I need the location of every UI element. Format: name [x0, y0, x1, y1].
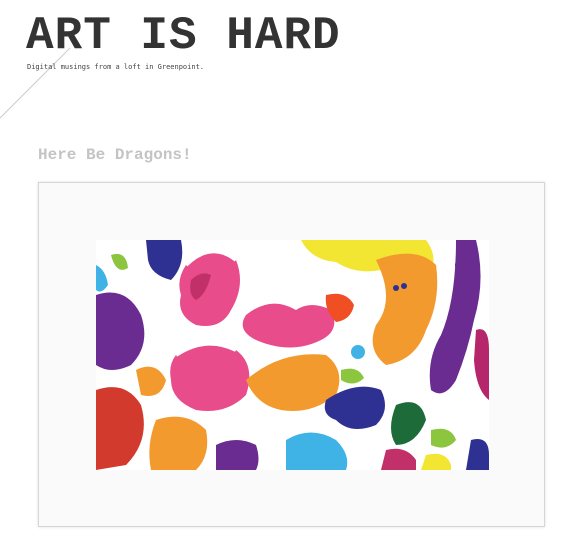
post-artwork-image[interactable]: [96, 240, 489, 470]
site-title-link[interactable]: ART IS HARD: [26, 10, 341, 62]
site-header: ART IS HARD Digital musings from a loft …: [26, 10, 341, 72]
abstract-splash-artwork: [96, 240, 489, 470]
post-image-frame: [38, 182, 545, 527]
post-title[interactable]: Here Be Dragons!: [38, 144, 192, 166]
site-tagline: Digital musings from a loft in Greenpoin…: [27, 63, 205, 71]
